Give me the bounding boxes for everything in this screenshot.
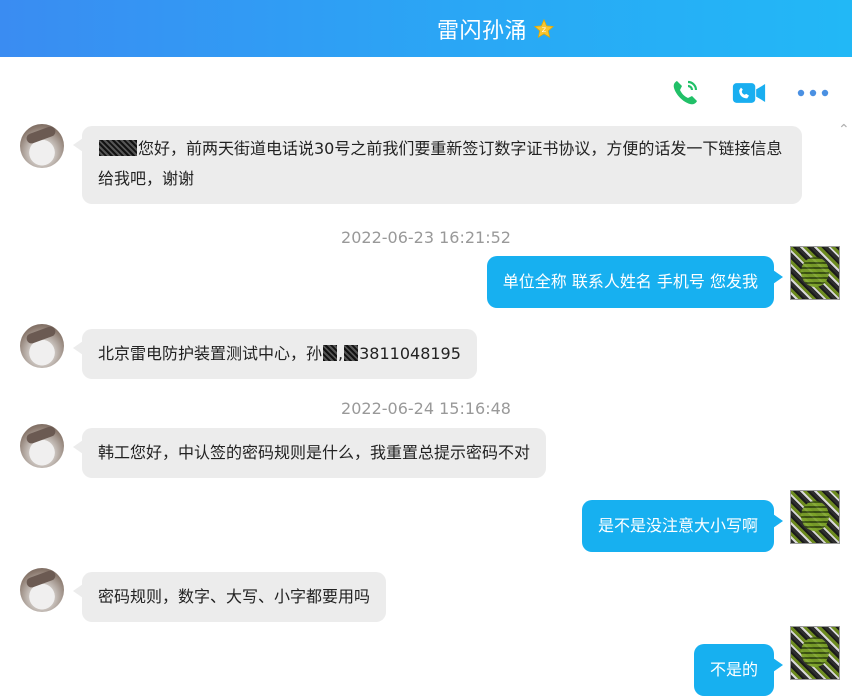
contact-avatar[interactable] (20, 324, 64, 368)
message-text: 密码规则，数字、大写、小字都要用吗 (98, 587, 371, 606)
more-options-button[interactable] (796, 76, 830, 110)
outgoing-message: 是不是没注意大小写啊 (581, 500, 784, 552)
message-text: 不是的 (709, 660, 758, 679)
incoming-message: 北京雷电防护装置测试中心，孙, 3811048195 (73, 329, 477, 379)
incoming-message: 韩工您好，中认签的密码规则是什么，我重置总提示密码不对 (72, 428, 547, 478)
message-text: 您好，前两天街道电话说30号之前我们要重新签订数字证书协议，方便的话发一下链接信… (98, 139, 783, 188)
incoming-message: 您好，前两天街道电话说30号之前我们要重新签订数字证书协议，方便的话发一下链接信… (73, 126, 802, 204)
collapse-icon[interactable]: ⌃ (838, 123, 850, 137)
message-text: 单位全称 联系人姓名 手机号 您发我 (502, 272, 758, 291)
my-avatar[interactable] (790, 626, 840, 680)
video-icon (732, 83, 766, 103)
redacted-text (344, 345, 359, 361)
message-text: 是不是没注意大小写啊 (597, 516, 758, 535)
outgoing-message: 不是的 (693, 644, 784, 696)
my-avatar[interactable] (790, 246, 840, 300)
voice-call-button[interactable] (668, 76, 702, 110)
contact-avatar[interactable] (20, 424, 64, 468)
redacted-text (323, 345, 338, 361)
title-wrap: 雷闪孙涌 Z (437, 13, 555, 45)
contact-name: 雷闪孙涌 (436, 18, 527, 44)
my-avatar[interactable] (790, 490, 840, 544)
message-text: , (338, 344, 344, 363)
incoming-message: 密码规则，数字、大写、小字都要用吗 (72, 572, 387, 622)
more-dots-icon (797, 89, 829, 97)
timestamp: 2022-06-24 15:16:48 (341, 399, 511, 418)
chat-header: 雷闪孙涌 Z (0, 0, 852, 57)
timestamp: 2022-06-23 16:21:52 (341, 228, 511, 247)
message-text: 北京雷电防护装置测试中心，孙 (98, 344, 323, 363)
contact-avatar[interactable] (20, 568, 64, 612)
star-badge-icon: Z (533, 18, 555, 38)
phone-icon (673, 80, 698, 105)
chat-toolbar (668, 76, 830, 110)
redacted-name (99, 140, 137, 156)
contact-avatar[interactable] (20, 124, 64, 168)
video-call-button[interactable] (732, 76, 766, 110)
outgoing-message: 单位全称 联系人姓名 手机号 您发我 (486, 256, 784, 308)
message-text: 3811048195 (359, 344, 461, 363)
svg-text:Z: Z (542, 26, 547, 34)
message-text: 韩工您好，中认签的密码规则是什么，我重置总提示密码不对 (98, 443, 531, 462)
